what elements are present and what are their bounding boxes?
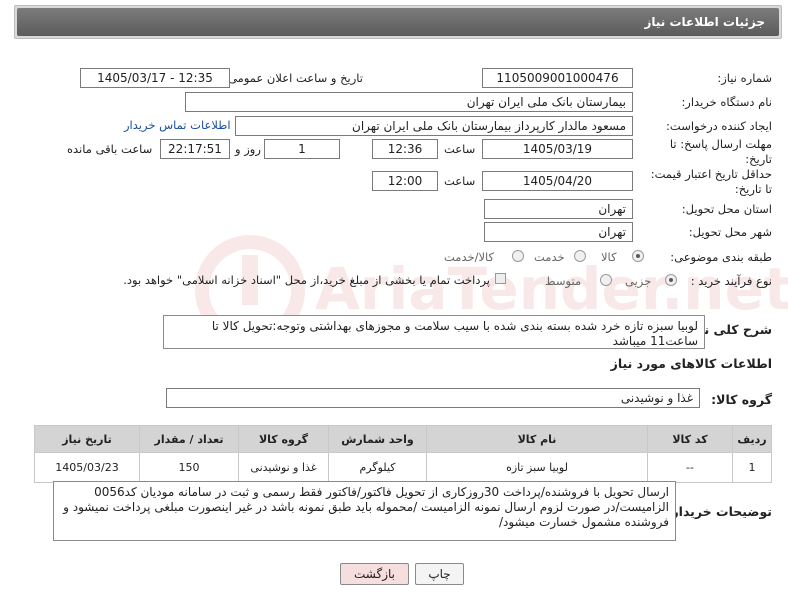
category-option-goods: کالا bbox=[601, 250, 617, 264]
days-field[interactable]: 1 bbox=[264, 139, 340, 159]
treasury-payment-checkbox[interactable] bbox=[495, 273, 506, 284]
province-label: استان محل تحویل: bbox=[681, 202, 772, 216]
category-option-service: خدمت bbox=[534, 250, 565, 264]
col-unit: واحد شمارش bbox=[328, 425, 427, 453]
cell-need-date: 1405/03/23 bbox=[34, 452, 140, 483]
process-radio-medium[interactable] bbox=[600, 274, 612, 286]
cell-row-number: 1 bbox=[732, 452, 772, 483]
process-label: نوع فرآیند خرید : bbox=[690, 274, 772, 288]
price-time-label: ساعت bbox=[444, 174, 476, 188]
watermark-text: AriaTender.net bbox=[315, 255, 788, 323]
deadline-label-line2: تاریخ: bbox=[745, 152, 772, 166]
col-quantity: تعداد / مقدار bbox=[139, 425, 239, 453]
creator-field[interactable]: مسعود مالدار کارپرداز بیمارستان بانک ملی… bbox=[235, 116, 633, 136]
price-validity-label-line1: حداقل تاریخ اعتبار قیمت: bbox=[650, 167, 772, 181]
back-button[interactable]: بازگشت bbox=[340, 563, 409, 585]
category-radio-service[interactable] bbox=[574, 250, 586, 262]
print-button[interactable]: چاپ bbox=[415, 563, 464, 585]
goods-table: ردیف کد کالا نام کالا واحد شمارش گروه کا… bbox=[34, 425, 772, 483]
remaining-label: ساعت باقی مانده bbox=[67, 142, 153, 156]
buyer-notes-textarea[interactable]: ارسال تحویل با فروشنده/پرداخت 30روزکاری … bbox=[53, 481, 676, 541]
col-item-name: نام کالا bbox=[426, 425, 648, 453]
table-row[interactable]: 1 -- لوبیا سبز تازه کیلوگرم غذا و نوشیدن… bbox=[34, 452, 772, 483]
cell-quantity: 150 bbox=[139, 452, 239, 483]
creator-label: ایجاد کننده درخواست: bbox=[666, 119, 772, 133]
need-number-label: شماره نیاز: bbox=[717, 71, 772, 85]
buyer-notes-label: توضیحات خریدار: bbox=[666, 504, 772, 519]
col-row-number: ردیف bbox=[732, 425, 772, 453]
goods-section-title: اطلاعات کالاهای مورد نیاز bbox=[610, 356, 772, 371]
category-option-goods-service: کالا/خدمت bbox=[444, 250, 495, 264]
announce-field[interactable]: 1405/03/17 - 12:35 bbox=[80, 68, 230, 88]
need-number-field[interactable]: 1105009001000476 bbox=[482, 68, 633, 88]
province-field[interactable]: تهران bbox=[484, 199, 633, 219]
deadline-label: مهلت ارسال پاسخ: تا تاریخ: bbox=[670, 137, 772, 167]
cell-item-code: -- bbox=[647, 452, 733, 483]
category-radio-goods-service[interactable] bbox=[512, 250, 524, 262]
cell-item-name: لوبیا سبز تازه bbox=[426, 452, 648, 483]
process-option-medium: متوسط bbox=[545, 274, 582, 288]
description-textarea[interactable]: لوبیا سبزه تازه خرد شده بسته بندی شده با… bbox=[163, 315, 705, 349]
cell-group: غذا و نوشیدنی bbox=[238, 452, 329, 483]
goods-group-field[interactable]: غذا و نوشیدنی bbox=[166, 388, 700, 408]
goods-group-label: گروه کالا: bbox=[711, 392, 772, 407]
category-label: طبقه بندی موضوعی: bbox=[670, 250, 772, 264]
deadline-time-field[interactable]: 12:36 bbox=[372, 139, 438, 159]
treasury-payment-text: پرداخت تمام یا بخشی از مبلغ خرید،از محل … bbox=[123, 273, 490, 287]
deadline-label-line1: مهلت ارسال پاسخ: تا bbox=[669, 137, 772, 151]
contact-buyer-link[interactable]: اطلاعات تماس خریدار bbox=[124, 118, 231, 132]
goods-table-header: ردیف کد کالا نام کالا واحد شمارش گروه کا… bbox=[34, 425, 772, 453]
price-validity-label: حداقل تاریخ اعتبار قیمت: تا تاریخ: bbox=[651, 167, 772, 197]
price-date-field[interactable]: 1405/04/20 bbox=[482, 171, 633, 191]
panel-title: جزئیات اطلاعات نیاز bbox=[17, 8, 779, 36]
process-radio-minor[interactable] bbox=[665, 274, 677, 286]
cell-unit: کیلوگرم bbox=[328, 452, 427, 483]
remaining-time-field[interactable]: 22:17:51 bbox=[160, 139, 230, 159]
city-label: شهر محل تحویل: bbox=[688, 225, 772, 239]
days-label: روز و bbox=[235, 142, 261, 156]
category-radio-goods[interactable] bbox=[632, 250, 644, 262]
process-option-minor: جزیی bbox=[625, 274, 652, 288]
city-field[interactable]: تهران bbox=[484, 222, 633, 242]
col-group: گروه کالا bbox=[238, 425, 329, 453]
buyer-label: نام دستگاه خریدار: bbox=[681, 95, 772, 109]
col-item-code: کد کالا bbox=[647, 425, 733, 453]
buyer-field[interactable]: بیمارستان بانک ملی ایران تهران bbox=[185, 92, 633, 112]
col-need-date: تاریخ نیاز bbox=[34, 425, 140, 453]
price-validity-label-line2: تا تاریخ: bbox=[734, 182, 772, 196]
price-time-field[interactable]: 12:00 bbox=[372, 171, 438, 191]
deadline-time-label: ساعت bbox=[444, 142, 476, 156]
announce-label: تاریخ و ساعت اعلان عمومی: bbox=[224, 71, 363, 85]
deadline-date-field[interactable]: 1405/03/19 bbox=[482, 139, 633, 159]
panel-header: جزئیات اطلاعات نیاز bbox=[14, 5, 782, 39]
